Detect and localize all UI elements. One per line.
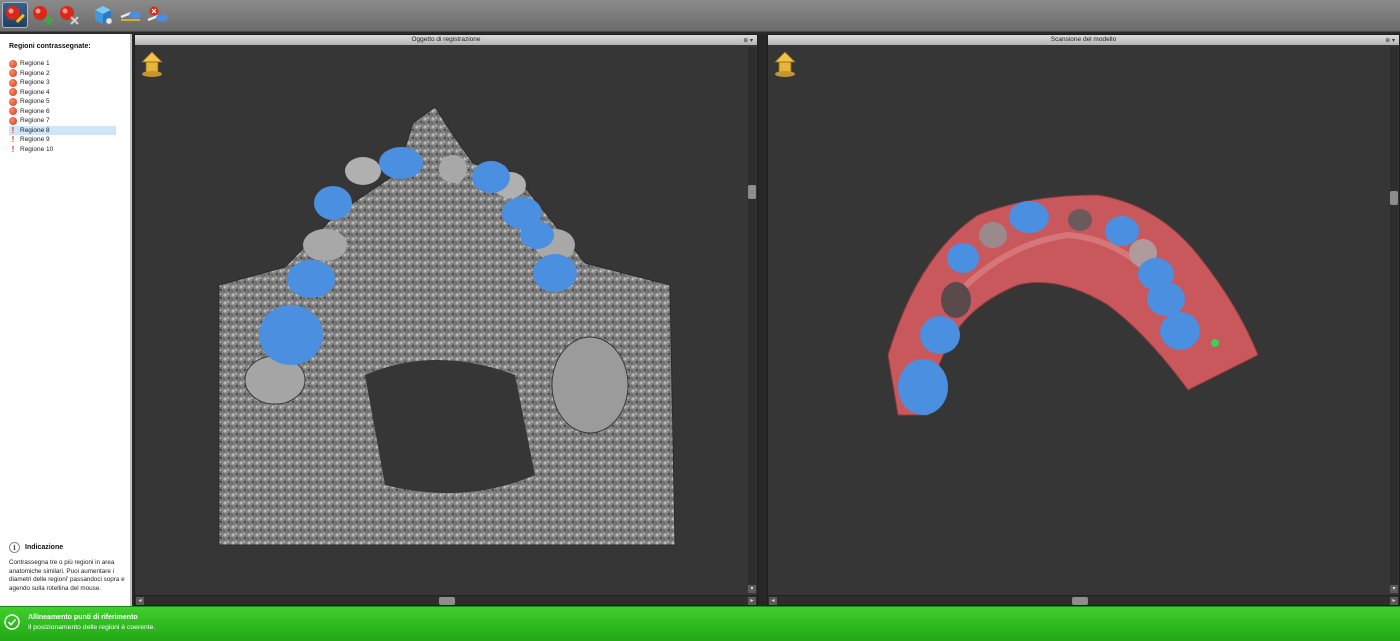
exclamation-icon: ! [11,144,15,154]
region-item-8[interactable]: ! Regione 8 [9,125,116,135]
add-region-icon [33,6,53,25]
region-label: Regione 2 [20,69,50,77]
region-label: Regione 8 [20,126,50,134]
viewport-splitter[interactable] [758,34,767,606]
region-label: Regione 4 [20,88,50,96]
check-circle-icon [4,614,20,630]
region-label: Regione 9 [20,136,50,144]
vertical-scrollbar[interactable]: ▾ [1390,47,1398,593]
status-title: Allineamento punti di riferimento [28,614,138,621]
scroll-left-icon[interactable]: ◂ [769,597,777,605]
status-bar: Allineamento punti di riferimento Il pos… [0,606,1400,641]
region-label: Regione 10 [20,145,54,153]
region-marked-icon [9,59,17,68]
region-marked-icon [9,97,17,106]
add-region-tool-button[interactable] [29,2,55,28]
scroll-down-icon[interactable]: ▾ [748,585,756,593]
scroll-right-icon[interactable]: ▸ [748,597,756,605]
exclamation-icon: ! [11,125,15,135]
region-label: Regione 7 [20,117,50,125]
cube-icon [95,6,113,25]
region-item-1[interactable]: Regione 1 [9,59,116,69]
region-label: Regione 5 [20,98,50,106]
horizontal-scroll-thumb[interactable] [439,597,455,605]
info-icon: i [9,542,20,553]
region-item-5[interactable]: Regione 5 [9,97,116,107]
region-item-4[interactable]: Regione 4 [9,88,116,98]
home-view-icon[interactable] [773,50,797,78]
vertical-scroll-thumb[interactable] [748,185,756,199]
viewport-title: Oggetto di registrazione [411,36,481,43]
ct-scan-render[interactable] [135,45,757,595]
3d-view-tool-button[interactable] [90,2,116,28]
region-item-3[interactable]: Regione 3 [9,78,116,88]
model-scan-render[interactable] [768,45,1399,595]
scroll-right-icon[interactable]: ▸ [1390,597,1398,605]
vertical-scrollbar[interactable]: ▾ [748,47,756,593]
region-marked-icon [9,88,17,97]
scroll-left-icon[interactable]: ◂ [136,597,144,605]
horizontal-scrollbar[interactable]: ◂ ▸ [135,595,757,605]
status-message: Il posizionamento delle regioni è coeren… [28,624,156,631]
exclamation-icon: ! [11,135,15,145]
horizontal-scrollbar[interactable]: ◂ ▸ [768,595,1399,605]
region-label: Regione 6 [20,107,50,115]
region-item-10[interactable]: ! Regione 10 [9,145,116,155]
regions-panel: Regioni contrassegnate: Regione 1 Region… [0,34,132,606]
toolbar [0,0,1400,32]
mark-region-tool-button[interactable] [2,2,28,28]
region-marked-icon [9,69,17,78]
viewport-header: Oggetto di registrazione ⊕ ▾ [135,35,757,45]
region-item-9[interactable]: ! Regione 9 [9,135,116,145]
horizontal-scroll-thumb[interactable] [1072,597,1088,605]
hint-text: Contrassegna tre o più regioni in area a… [9,559,125,592]
viewport-title: Scansione del modello [1050,36,1117,43]
reset-align-icon [147,6,168,22]
align-tool-button[interactable] [118,2,144,28]
mark-region-icon [6,6,25,23]
align-icon [120,11,141,21]
vertical-scroll-thumb[interactable] [1390,191,1398,205]
hint-box: i Indicazione Contrassegna tre o più reg… [9,542,125,593]
region-item-2[interactable]: Regione 2 [9,69,116,79]
region-label: Regione 1 [20,60,50,68]
region-marked-icon [9,107,17,116]
region-list: Regione 1 Regione 2 Regione 3 Regione 4 … [9,59,116,154]
viewport-header: Scansione del modello ⊕ ▾ [768,35,1399,45]
region-label: Regione 3 [20,79,50,87]
scroll-down-icon[interactable]: ▾ [1390,585,1398,593]
region-marked-icon [9,116,17,125]
home-view-icon[interactable] [140,50,164,78]
remove-region-tool-button[interactable] [56,2,82,28]
registration-object-viewport[interactable]: Oggetto di registrazione ⊕ ▾ ▾ ◂ ▸ [134,34,758,606]
region-marked-icon [9,78,17,87]
region-item-7[interactable]: Regione 7 [9,116,116,126]
remove-region-icon [60,6,79,25]
model-scan-viewport[interactable]: Scansione del modello ⊕ ▾ ▾ ◂ ▸ [767,34,1400,606]
region-item-6[interactable]: Regione 6 [9,107,116,117]
reset-align-tool-button[interactable] [145,2,171,28]
regions-title: Regioni contrassegnate: [9,43,91,50]
hint-title: Indicazione [25,544,64,551]
